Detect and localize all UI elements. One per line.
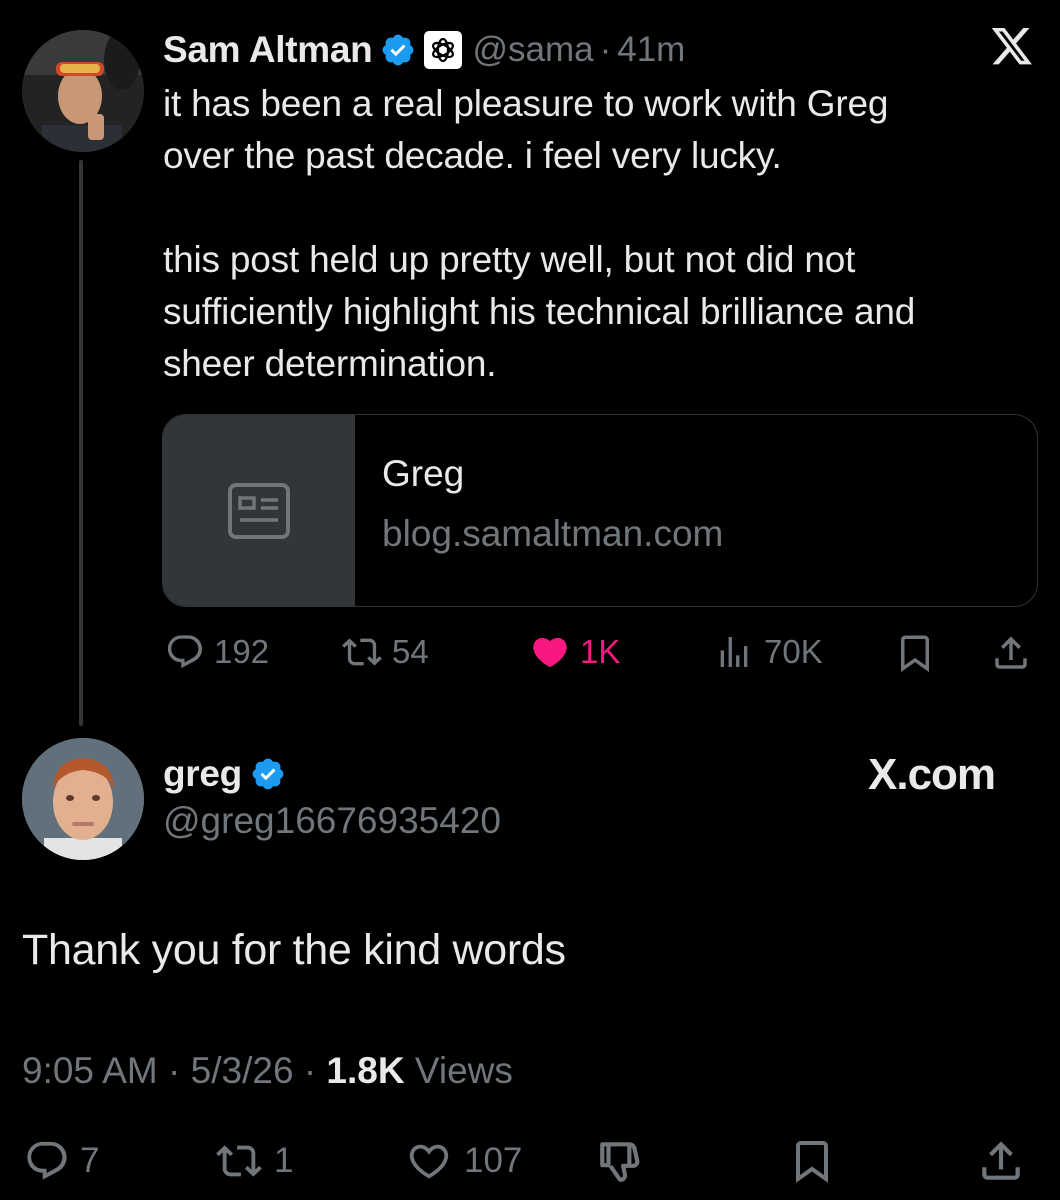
x-com-watermark: X.com (868, 750, 996, 799)
share-button[interactable] (990, 632, 1040, 674)
reply-icon (27, 1141, 67, 1180)
link-thumbnail (163, 415, 355, 606)
repost-icon (216, 1145, 262, 1177)
heart-filled-icon (533, 637, 567, 668)
reply-date[interactable]: 5/3/26 (191, 1050, 294, 1091)
share-icon (995, 636, 1027, 669)
reply-like-button[interactable]: 107 (402, 1138, 522, 1184)
reply-count: 192 (214, 633, 270, 670)
reply-reply-count: 7 (80, 1141, 100, 1180)
post-time[interactable]: 41m (617, 30, 685, 70)
view-count: 70K (764, 633, 823, 670)
reply-repost-button[interactable]: 1 (212, 1138, 293, 1184)
like-button[interactable]: 1K (528, 632, 620, 672)
dislike-button[interactable] (596, 1136, 654, 1186)
author-handle[interactable]: @sama (472, 30, 593, 70)
bookmark-button[interactable] (894, 632, 944, 674)
views-icon (720, 637, 748, 667)
greg-avatar[interactable] (22, 738, 144, 860)
reply-meta: 9:05 AM · 5/3/26 · 1.8K Views (22, 1050, 513, 1092)
share-icon (982, 1141, 1020, 1180)
reply-views-count: 1.8K (326, 1050, 405, 1091)
sam-altman-avatar[interactable] (22, 30, 144, 152)
heart-outline-icon (409, 1144, 449, 1179)
avatar-photo (22, 738, 144, 860)
reply-time[interactable]: 9:05 AM (22, 1050, 158, 1091)
bookmark-icon (796, 1141, 828, 1183)
reply-button[interactable]: 192 (164, 632, 269, 672)
verified-badge-icon (250, 756, 286, 792)
reply-like-count: 107 (464, 1141, 523, 1180)
reply-author-name[interactable]: greg (163, 753, 242, 795)
like-count: 1K (580, 633, 621, 670)
author-name[interactable]: Sam Altman (163, 29, 373, 71)
article-icon (228, 482, 290, 539)
repost-icon (342, 638, 382, 666)
header-separator: · (599, 30, 612, 69)
reply-text: Thank you for the kind words (22, 926, 566, 974)
verified-badge-icon (380, 32, 416, 68)
openai-affiliate-icon[interactable] (424, 31, 463, 69)
link-title: Greg (382, 453, 465, 494)
avatar-photo (22, 30, 144, 152)
views-button[interactable]: 70K (712, 632, 823, 672)
meta-separator: · (168, 1050, 181, 1091)
reply-reply-button[interactable]: 7 (22, 1138, 99, 1184)
reply-author-handle[interactable]: @greg16676935420 (163, 800, 501, 842)
reply-icon (167, 635, 203, 669)
reply-views-label: Views (414, 1050, 513, 1091)
reply-bookmark-button[interactable] (788, 1136, 844, 1186)
x-logo-icon[interactable] (990, 28, 1034, 68)
repost-count: 54 (392, 633, 429, 670)
reply-share-button[interactable] (976, 1136, 1034, 1186)
repost-button[interactable]: 54 (340, 632, 429, 672)
reply-repost-count: 1 (274, 1141, 294, 1180)
link-domain: blog.samaltman.com (382, 513, 724, 554)
meta-separator: · (303, 1050, 317, 1091)
reply-header: greg (163, 748, 286, 800)
dislike-icon (600, 1142, 640, 1182)
bookmark-icon (901, 635, 929, 673)
parent-tweet-text: it has been a real pleasure to work with… (163, 83, 916, 384)
parent-tweet-header: Sam Altman @sama · 41m (163, 24, 685, 76)
thread-connector-line (79, 160, 83, 726)
link-preview-card[interactable]: Greg blog.samaltman.com (162, 414, 1038, 607)
